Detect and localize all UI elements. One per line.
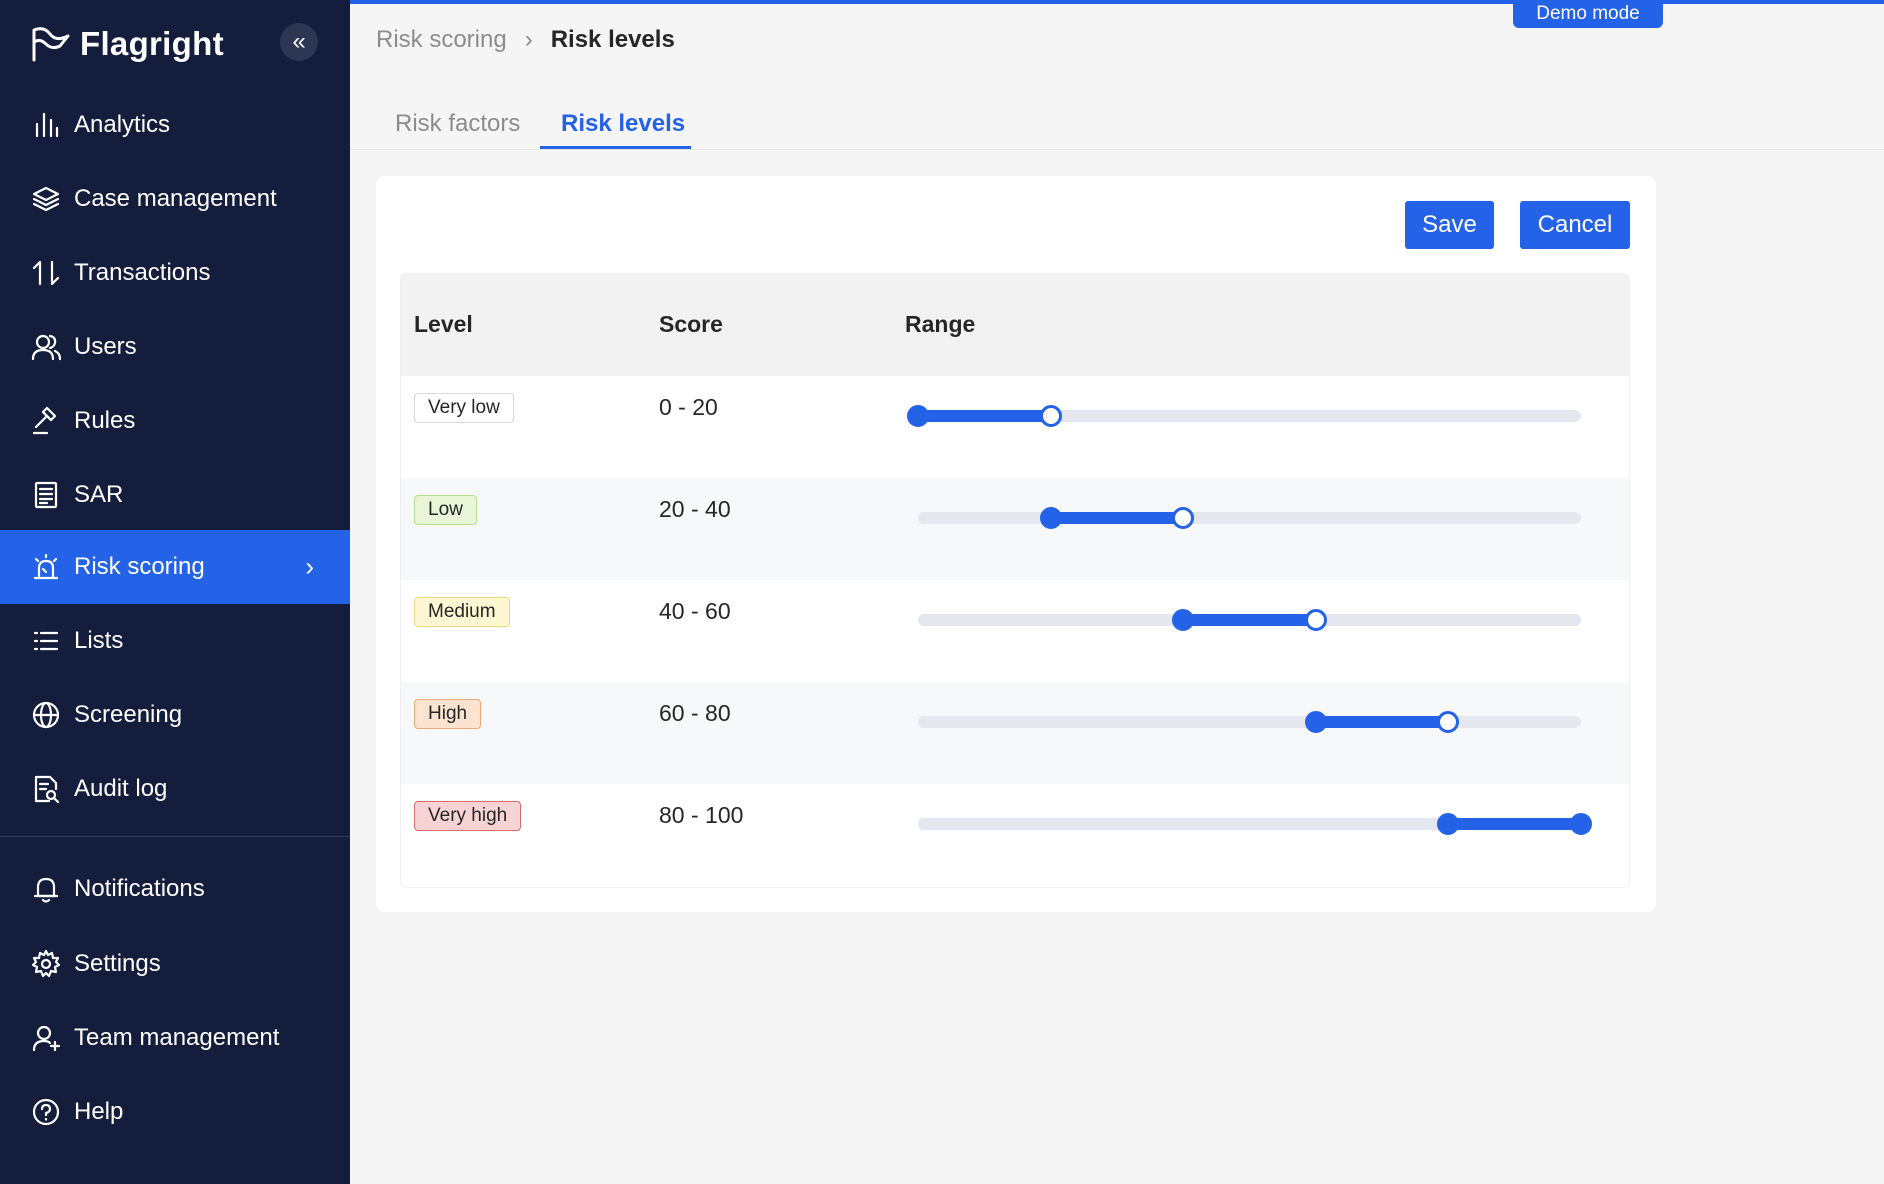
- sidebar-item-label: Users: [74, 333, 137, 360]
- users-icon: [30, 331, 62, 363]
- slider-track: [1050, 512, 1184, 524]
- slider-track: [1183, 614, 1316, 626]
- sidebar-item-label: Lists: [74, 627, 124, 654]
- slider-handle-max[interactable]: [1570, 813, 1592, 835]
- slider-handle-min[interactable]: [1304, 711, 1327, 733]
- team-icon: [30, 1022, 62, 1054]
- column-header-range: Range: [905, 311, 976, 337]
- sidebar-item-label: Notifications: [74, 875, 205, 902]
- range-slider[interactable]: [401, 478, 1629, 580]
- tab-bar: Risk factors Risk levels: [350, 96, 1884, 150]
- document-icon: [30, 479, 62, 511]
- logo[interactable]: Flagright: [30, 22, 224, 66]
- sidebar-item-label: Rules: [74, 407, 136, 434]
- app-name: Flagright: [80, 25, 224, 62]
- slider-handle-max[interactable]: [1304, 609, 1327, 631]
- table-row: High 60 - 80: [401, 682, 1629, 784]
- table-header: Level Score Range: [401, 274, 1629, 376]
- sidebar-item-label: Transactions: [74, 259, 211, 286]
- table-row: Very high 80 - 100: [401, 784, 1629, 886]
- risk-levels-card: Save Cancel Level Score Range Very low 0 …: [376, 176, 1656, 912]
- gear-icon: [30, 948, 62, 980]
- sidebar-item-notifications[interactable]: Notifications: [0, 852, 350, 926]
- sidebar-item-team-management[interactable]: Team management: [0, 1001, 350, 1075]
- chevron-right-icon: ›: [305, 551, 314, 582]
- slider-handle-min[interactable]: [1437, 813, 1460, 835]
- sidebar-item-rules[interactable]: Rules: [0, 384, 350, 458]
- range-slider[interactable]: [401, 376, 1629, 478]
- sidebar-item-screening[interactable]: Screening: [0, 678, 350, 752]
- table-row: Low 20 - 40: [401, 478, 1629, 580]
- sidebar-item-label: Risk scoring: [74, 553, 205, 580]
- slider-track: [1448, 818, 1581, 830]
- tab-risk-factors[interactable]: Risk factors: [395, 110, 520, 138]
- audit-doc-icon: [30, 773, 62, 805]
- slider-handle-max[interactable]: [1039, 405, 1062, 427]
- table-row: Very low 0 - 20: [401, 376, 1629, 478]
- sidebar-divider: [0, 836, 350, 837]
- range-slider[interactable]: [401, 682, 1629, 784]
- column-header-level: Level: [414, 311, 473, 337]
- sidebar-item-label: Audit log: [74, 775, 168, 802]
- chevron-right-icon: ›: [524, 26, 533, 53]
- tab-risk-levels[interactable]: Risk levels: [561, 110, 685, 138]
- range-slider[interactable]: [401, 580, 1629, 682]
- breadcrumb: Risk scoring › Risk levels: [376, 26, 675, 54]
- sidebar-item-sar[interactable]: SAR: [0, 458, 350, 532]
- bar-chart-icon: [30, 109, 62, 141]
- breadcrumb-current: Risk levels: [550, 26, 675, 53]
- slider-rail[interactable]: [918, 716, 1581, 728]
- sidebar-item-label: Help: [74, 1098, 124, 1125]
- sidebar: Flagright « Analytics Case management Tr…: [0, 0, 350, 1184]
- sidebar-item-help[interactable]: Help: [0, 1075, 350, 1149]
- flagright-logo-icon: [32, 27, 70, 62]
- column-header-score: Score: [659, 311, 723, 337]
- sidebar-item-label: Team management: [74, 1024, 280, 1051]
- sidebar-item-users[interactable]: Users: [0, 310, 350, 384]
- sidebar-item-transactions[interactable]: Transactions: [0, 236, 350, 310]
- layers-icon: [30, 183, 62, 215]
- slider-handle-min[interactable]: [1172, 609, 1195, 631]
- sidebar-item-analytics[interactable]: Analytics: [0, 88, 350, 162]
- sidebar-item-risk-scoring[interactable]: Risk scoring ›: [0, 530, 350, 604]
- bell-icon: [30, 873, 62, 905]
- sidebar-item-audit-log[interactable]: Audit log: [0, 752, 350, 826]
- range-slider[interactable]: [401, 784, 1629, 886]
- collapse-sidebar-button[interactable]: «: [280, 23, 318, 61]
- sidebar-item-label: Analytics: [74, 111, 171, 138]
- sidebar-item-settings[interactable]: Settings: [0, 927, 350, 1001]
- breadcrumb-link-risk-scoring[interactable]: Risk scoring: [376, 26, 507, 54]
- save-button[interactable]: Save: [1405, 201, 1494, 249]
- sidebar-item-label: Screening: [74, 701, 183, 728]
- sidebar-item-label: Settings: [74, 950, 161, 977]
- sidebar-item-case-management[interactable]: Case management: [0, 162, 350, 236]
- alarm-icon: [30, 551, 62, 583]
- gavel-icon: [30, 405, 62, 437]
- cancel-button[interactable]: Cancel: [1520, 201, 1630, 249]
- demo-mode-badge: Demo mode: [1513, 0, 1663, 28]
- sidebar-item-label: SAR: [74, 481, 124, 508]
- globe-icon: [30, 699, 62, 731]
- sidebar-item-lists[interactable]: Lists: [0, 604, 350, 678]
- table-row: Medium 40 - 60: [401, 580, 1629, 682]
- slider-track: [918, 410, 1051, 422]
- slider-track: [1315, 716, 1449, 728]
- sidebar-item-label: Case management: [74, 185, 277, 212]
- slider-rail[interactable]: [918, 512, 1581, 524]
- risk-levels-table: Level Score Range Very low 0 - 20 Low 20 - …: [400, 273, 1630, 888]
- slider-handle-max[interactable]: [1172, 507, 1195, 529]
- active-tab-indicator: [540, 146, 691, 149]
- slider-handle-min[interactable]: [1039, 507, 1062, 529]
- arrows-updown-icon: [30, 257, 62, 289]
- slider-handle-min[interactable]: [907, 405, 929, 427]
- slider-handle-max[interactable]: [1437, 711, 1460, 733]
- help-circle-icon: [30, 1096, 62, 1128]
- list-icon: [30, 625, 62, 657]
- double-chevron-left-icon: «: [292, 28, 306, 55]
